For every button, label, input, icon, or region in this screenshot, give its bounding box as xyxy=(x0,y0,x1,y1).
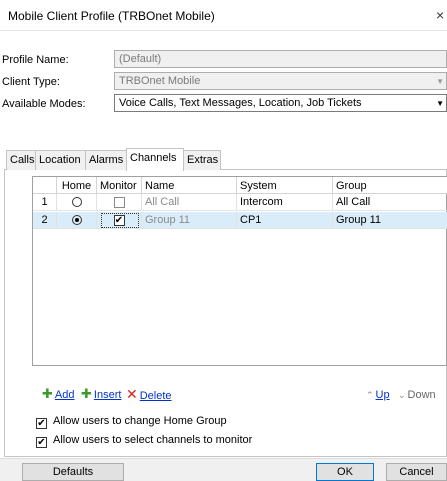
cancel-button[interactable]: Cancel xyxy=(386,463,447,481)
insert-button[interactable]: ✚ Insert xyxy=(81,386,122,403)
channels-grid[interactable]: Home Monitor Name System Group 1 All Cal… xyxy=(32,176,447,366)
chevron-down-icon: ▼ xyxy=(436,99,444,108)
move-down-button[interactable]: ⌄ Down xyxy=(398,389,436,403)
home-radio-cell[interactable] xyxy=(57,212,97,229)
delete-link[interactable]: Delete xyxy=(140,390,172,402)
row-number: 2 xyxy=(33,212,57,229)
add-icon: ✚ xyxy=(42,386,53,401)
tab-channels[interactable]: Channels xyxy=(126,148,184,171)
tab-calls[interactable]: Calls xyxy=(6,150,36,170)
down-link[interactable]: Down xyxy=(408,389,436,401)
home-radio[interactable] xyxy=(71,215,82,225)
tab-location[interactable]: Location xyxy=(35,150,86,170)
column-header-home[interactable]: Home xyxy=(57,177,97,194)
client-type-value: TRBOnet Mobile xyxy=(119,75,201,87)
available-modes-label: Available Modes: xyxy=(2,98,86,110)
monitor-checkbox-cell[interactable]: ✔ xyxy=(97,212,142,229)
channel-group: Group 11 xyxy=(336,214,382,226)
allow-change-home-group-checkbox[interactable]: ✔ xyxy=(36,418,47,429)
row-number: 1 xyxy=(33,194,57,211)
available-modes-value: Voice Calls, Text Messages, Location, Jo… xyxy=(119,97,362,109)
focus-rectangle xyxy=(101,213,139,228)
home-radio[interactable] xyxy=(71,197,82,207)
channel-system: Intercom xyxy=(237,194,333,211)
monitor-checkbox-cell[interactable] xyxy=(97,194,142,211)
home-radio-cell[interactable] xyxy=(57,194,97,211)
add-link[interactable]: Add xyxy=(55,389,75,401)
close-icon[interactable]: × xyxy=(436,7,447,23)
profile-name-field[interactable]: (Default) xyxy=(114,50,447,68)
move-up-button[interactable]: ⌃ Up xyxy=(366,389,390,403)
allow-select-channels-checkbox[interactable]: ✔ xyxy=(36,437,47,448)
channel-name: All Call xyxy=(142,194,237,211)
option-label: Allow users to change Home Group xyxy=(53,415,227,427)
channel-group: All Call xyxy=(336,196,371,208)
title-bar: Mobile Client Profile (TRBOnet Mobile) × xyxy=(0,0,447,31)
profile-name-label: Profile Name: xyxy=(2,54,69,66)
table-row[interactable]: 2 ✔ Group 11 CP1 Group 11 xyxy=(33,212,447,229)
defaults-button[interactable]: Defaults xyxy=(22,463,124,481)
option-label: Allow users to select channels to monito… xyxy=(53,434,253,446)
available-modes-select[interactable]: Voice Calls, Text Messages, Location, Jo… xyxy=(114,94,447,112)
column-header-group[interactable]: Group xyxy=(333,177,447,194)
window-title: Mobile Client Profile (TRBOnet Mobile) xyxy=(8,9,215,23)
tab-extras[interactable]: Extras xyxy=(183,150,221,170)
column-header-name[interactable]: Name xyxy=(142,177,237,194)
table-row[interactable]: 1 All Call Intercom All Call xyxy=(33,194,447,211)
insert-icon: ✚ xyxy=(81,386,92,401)
up-link[interactable]: Up xyxy=(376,389,390,401)
add-button[interactable]: ✚ Add xyxy=(42,386,75,403)
column-header-system[interactable]: System xyxy=(237,177,333,194)
column-header-monitor[interactable]: Monitor xyxy=(97,177,142,194)
row-number-header xyxy=(33,177,57,194)
delete-button[interactable]: ✕ Delete xyxy=(126,386,172,403)
chevron-down-icon: ▼ xyxy=(436,77,444,86)
insert-link[interactable]: Insert xyxy=(94,389,122,401)
monitor-checkbox[interactable] xyxy=(113,197,125,208)
double-chevron-down-icon: ⌄ xyxy=(398,390,406,400)
grid-header: Home Monitor Name System Group xyxy=(33,177,447,194)
channel-name: Group 11 xyxy=(142,212,237,229)
channel-system: CP1 xyxy=(237,212,333,229)
client-type-label: Client Type: xyxy=(2,76,60,88)
client-type-select[interactable]: TRBOnet Mobile ▼ xyxy=(114,72,447,90)
profile-name-value: (Default) xyxy=(119,53,162,65)
allow-change-home-group-option[interactable]: ✔ Allow users to change Home Group xyxy=(36,415,227,429)
ok-button[interactable]: OK xyxy=(316,463,374,481)
delete-icon: ✕ xyxy=(126,386,138,402)
tab-alarms[interactable]: Alarms xyxy=(85,150,127,170)
allow-select-channels-option[interactable]: ✔ Allow users to select channels to monit… xyxy=(36,434,252,448)
double-chevron-up-icon: ⌃ xyxy=(366,390,374,400)
